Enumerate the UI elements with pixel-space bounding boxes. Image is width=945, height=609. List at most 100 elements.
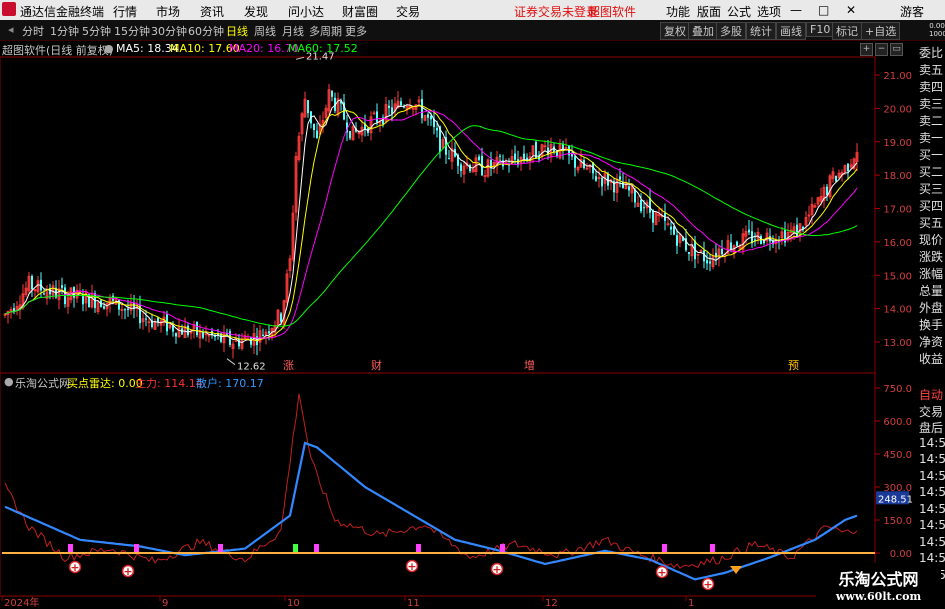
event-marker: 财 [371, 358, 382, 372]
candle-body [82, 296, 84, 305]
side-panel-label: 净资 [919, 335, 944, 349]
candle-body [634, 189, 636, 203]
high-label: 21.47 [306, 51, 335, 62]
side-panel-label: 收益 [919, 352, 944, 366]
buy-signal-plus: + [703, 578, 712, 591]
price-tick-label: 19.00 [883, 138, 912, 149]
side-panel-label: 涨跌 [919, 250, 944, 264]
side-panel-label: 卖三 [919, 97, 944, 111]
watermark-url: www.60lt.com [835, 590, 922, 603]
radar-signal-mark [500, 544, 505, 552]
x-tick-label: 1 [688, 598, 694, 609]
candle-body [649, 198, 651, 213]
radar-signal-mark [710, 544, 715, 552]
candle-body [43, 293, 45, 295]
candle-body [499, 155, 501, 157]
price-tick-label: 20.00 [883, 104, 912, 115]
candle-body [307, 100, 309, 114]
candle-body [436, 127, 438, 131]
price-tick-label: 21.00 [883, 71, 912, 82]
side-panel-label: 卖四 [919, 80, 944, 94]
candle-body [421, 98, 423, 119]
x-tick-label: 10 [287, 598, 300, 609]
price-tick-label: 14.00 [883, 305, 912, 316]
radar-signal-mark [416, 544, 421, 552]
side-panel-label: 买一 [919, 148, 944, 162]
candle-body [796, 224, 798, 238]
candle-body [601, 178, 603, 187]
candle-body [460, 164, 462, 171]
indicator-lines [2, 393, 875, 581]
indicator-axis: 750.0600.0450.0300.0150.00.00248.51 [875, 384, 913, 560]
buy-signal-plus: + [657, 566, 666, 579]
candle-body [628, 186, 630, 191]
side-panel-label: 买四 [919, 199, 944, 213]
candle-body [622, 181, 624, 189]
ma-lines [4, 99, 858, 344]
buy-signal-plus: + [70, 561, 79, 574]
candle-body [427, 114, 429, 118]
candle-body [643, 207, 645, 209]
buy-signal-plus: + [492, 563, 501, 576]
watermark-title: 乐淘公式网 [838, 570, 919, 589]
side-panel-lower-label: 盘后 [919, 421, 944, 435]
candle-body [673, 226, 675, 235]
side-panel-lower-label: 14:56 [919, 452, 945, 466]
candle-body [478, 156, 480, 160]
candle-body [847, 163, 849, 172]
price-pane-border [0, 56, 876, 374]
candle-body [706, 260, 708, 264]
radar-signal-mark [68, 544, 73, 552]
x-tick-label: 12 [545, 598, 558, 609]
candle-body [124, 309, 126, 311]
candle-body [595, 176, 597, 181]
side-panel-lower-label: 14:56 [919, 518, 945, 532]
candle-body [331, 90, 333, 97]
candle-body [175, 332, 177, 337]
indicator-tick-label: 750.0 [883, 384, 912, 395]
candle-body [748, 229, 750, 233]
x-axis: 2024年 9 10 11 12 1 [1, 596, 694, 609]
side-panel-lower-label: 14:56 [919, 435, 945, 450]
candle-body [349, 131, 351, 139]
event-marker: 涨 [283, 359, 294, 372]
candle-body [721, 248, 723, 255]
price-tick-label: 16.00 [883, 238, 912, 249]
radar-signal-mark [134, 544, 139, 552]
candle-body [61, 285, 63, 288]
side-panel-label: 买五 [919, 216, 944, 230]
indicator-value-label: 248.51 [878, 494, 913, 505]
kline-chart[interactable]: 21.00 20.00 19.00 18.00 17.00 16.00 15.00 14.00… [0, 0, 945, 609]
event-marker: 预 [788, 359, 799, 372]
candle-body [574, 156, 576, 168]
candle-body [31, 275, 33, 290]
buy-signal-plus: + [407, 560, 416, 573]
candle-body [826, 186, 828, 196]
side-panel-label: 卖五 [919, 63, 944, 77]
side-panel-label: 委比 [919, 46, 944, 60]
panel-top-vertical: 0.00 1000 [929, 22, 945, 38]
candle-body [709, 261, 711, 264]
candle-body [703, 250, 705, 262]
ma5-line [4, 99, 858, 344]
low-pointer [226, 358, 236, 366]
indicator-pane-border [0, 372, 876, 597]
candle-body [280, 313, 282, 322]
buy-signal-plus: + [123, 565, 132, 578]
indicator-tick-label: 450.0 [883, 450, 912, 461]
candle-body [196, 322, 198, 336]
candle-body [730, 242, 732, 250]
candle-body [238, 338, 240, 347]
candle-body [268, 331, 270, 334]
candle-body [676, 235, 678, 246]
candle-body [523, 153, 525, 159]
high-pointer [295, 56, 305, 60]
candle-body [376, 111, 378, 123]
side-panel-label: 买二 [919, 165, 944, 179]
radar-signal-mark [662, 544, 667, 552]
quote-side-panel: 委比 卖五 卖四 卖三 卖二 卖一 买一 买二 买三 买四 买五 现价 涨跌 涨幅 总量 外盘 换手 净资 收益 自动… [918, 41, 945, 582]
candle-body [448, 158, 450, 160]
price-tick-label: 13.00 [883, 338, 912, 349]
radar-signal-mark [218, 544, 223, 552]
ma60-line [4, 125, 858, 327]
